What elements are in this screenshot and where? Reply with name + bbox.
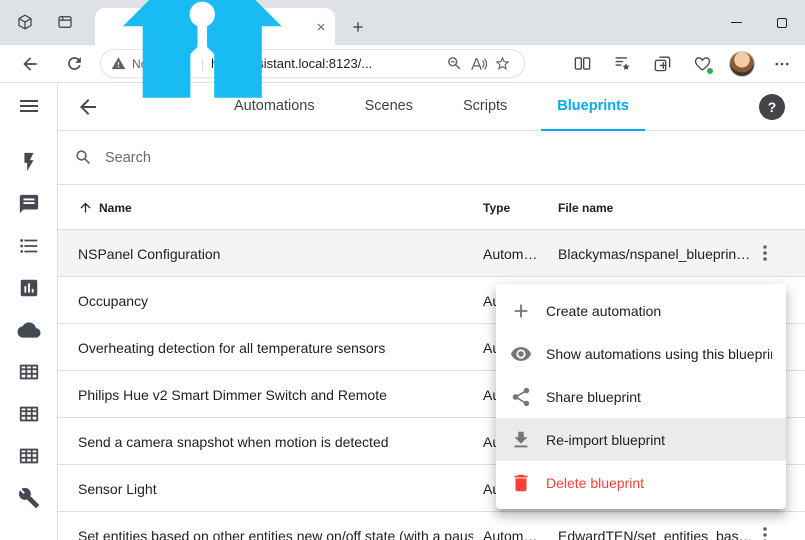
download-icon <box>510 429 532 451</box>
collections-icon[interactable] <box>649 51 675 77</box>
wall-icon-1[interactable] <box>18 361 40 383</box>
row-type: Autom… <box>483 230 555 277</box>
row-name: Overheating detection for all temperatur… <box>78 324 385 371</box>
help-icon[interactable]: ? <box>759 94 785 120</box>
favorites-hub-icon[interactable] <box>609 51 635 77</box>
tab-close-icon[interactable] <box>314 18 329 36</box>
row-overflow-icon[interactable] <box>753 241 777 265</box>
row-file: EdwardTEN/set_entities_bas… <box>558 512 750 540</box>
wall-icon-2[interactable] <box>18 403 40 425</box>
menu-item-create-automation[interactable]: Create automation <box>496 289 786 332</box>
column-header-name[interactable]: Name <box>78 185 132 230</box>
tab-scripts[interactable]: Scripts <box>447 83 523 131</box>
tab-scenes[interactable]: Scenes <box>349 83 429 131</box>
history-chart-icon[interactable] <box>18 277 40 299</box>
table-header: Name Type File name <box>58 185 805 230</box>
row-name: Sensor Light <box>78 465 157 512</box>
menu-item-show-automations[interactable]: Show automations using this blueprint <box>496 332 786 375</box>
menu-item-reimport-blueprint[interactable]: Re-import blueprint <box>496 418 786 461</box>
menu-item-share-blueprint[interactable]: Share blueprint <box>496 375 786 418</box>
menu-icon[interactable] <box>17 94 41 118</box>
ha-nav-tabs: Automations Scenes Scripts Blueprints <box>218 83 645 131</box>
zoom-out-icon[interactable] <box>442 52 466 76</box>
blueprint-context-menu: Create automation Show automations using… <box>496 284 786 509</box>
new-tab-button[interactable] <box>346 15 370 39</box>
row-file: Blackymas/nspanel_blueprin… <box>558 230 750 277</box>
back-icon[interactable] <box>16 50 44 78</box>
read-aloud-icon[interactable] <box>466 52 490 76</box>
row-name: Send a camera snapshot when motion is de… <box>78 418 389 465</box>
wall-icon-3[interactable] <box>18 445 40 467</box>
cloud-icon[interactable] <box>17 319 40 342</box>
ha-sidebar <box>0 83 58 540</box>
trash-icon <box>510 472 532 494</box>
refresh-icon[interactable] <box>60 50 88 78</box>
search-icon <box>74 148 93 167</box>
message-icon[interactable] <box>18 193 40 215</box>
profile-avatar[interactable] <box>729 51 755 77</box>
ha-back-icon[interactable] <box>76 95 100 119</box>
toolbar-right-icons <box>569 51 795 77</box>
logbook-list-icon[interactable] <box>18 235 40 257</box>
ha-header: Automations Scenes Scripts Blueprints ? <box>58 83 805 131</box>
maximize-button[interactable] <box>759 0 805 45</box>
workspaces-icon[interactable] <box>12 9 38 35</box>
row-name: Philips Hue v2 Smart Dimmer Switch and R… <box>78 371 387 418</box>
search-row <box>58 131 805 185</box>
table-row[interactable]: NSPanel Configuration Autom… Blackymas/n… <box>58 230 805 277</box>
eye-icon <box>510 343 532 365</box>
column-header-file[interactable]: File name <box>558 185 613 230</box>
search-input[interactable] <box>105 150 805 166</box>
row-name: Occupancy <box>78 277 148 324</box>
split-screen-icon[interactable] <box>569 51 595 77</box>
row-name: NSPanel Configuration <box>78 230 220 277</box>
column-header-type[interactable]: Type <box>483 185 510 230</box>
menu-item-delete-blueprint[interactable]: Delete blueprint <box>496 461 786 504</box>
tab-actions-icon[interactable] <box>52 9 78 35</box>
browser-tab[interactable]: Settings – Home Assistant <box>95 8 335 45</box>
share-icon <box>510 386 532 408</box>
sort-ascending-icon <box>78 200 93 215</box>
tab-automations[interactable]: Automations <box>218 83 331 131</box>
minimize-button[interactable] <box>713 0 759 45</box>
wrench-icon[interactable] <box>18 487 40 509</box>
browser-essentials-icon[interactable] <box>689 51 715 77</box>
window-controls <box>713 0 805 45</box>
browser-titlebar: Settings – Home Assistant <box>0 0 805 45</box>
tab-blueprints[interactable]: Blueprints <box>541 83 645 131</box>
row-name: Set entities based on other entities new… <box>78 512 473 540</box>
table-row[interactable]: Set entities based on other entities new… <box>58 512 805 540</box>
row-overflow-icon[interactable] <box>753 523 777 540</box>
favorite-star-icon[interactable] <box>490 52 514 76</box>
status-badge <box>706 67 714 75</box>
more-icon[interactable] <box>769 51 795 77</box>
row-type: Autom… <box>483 512 555 540</box>
plus-icon <box>510 300 532 322</box>
energy-flash-icon[interactable] <box>18 151 40 173</box>
